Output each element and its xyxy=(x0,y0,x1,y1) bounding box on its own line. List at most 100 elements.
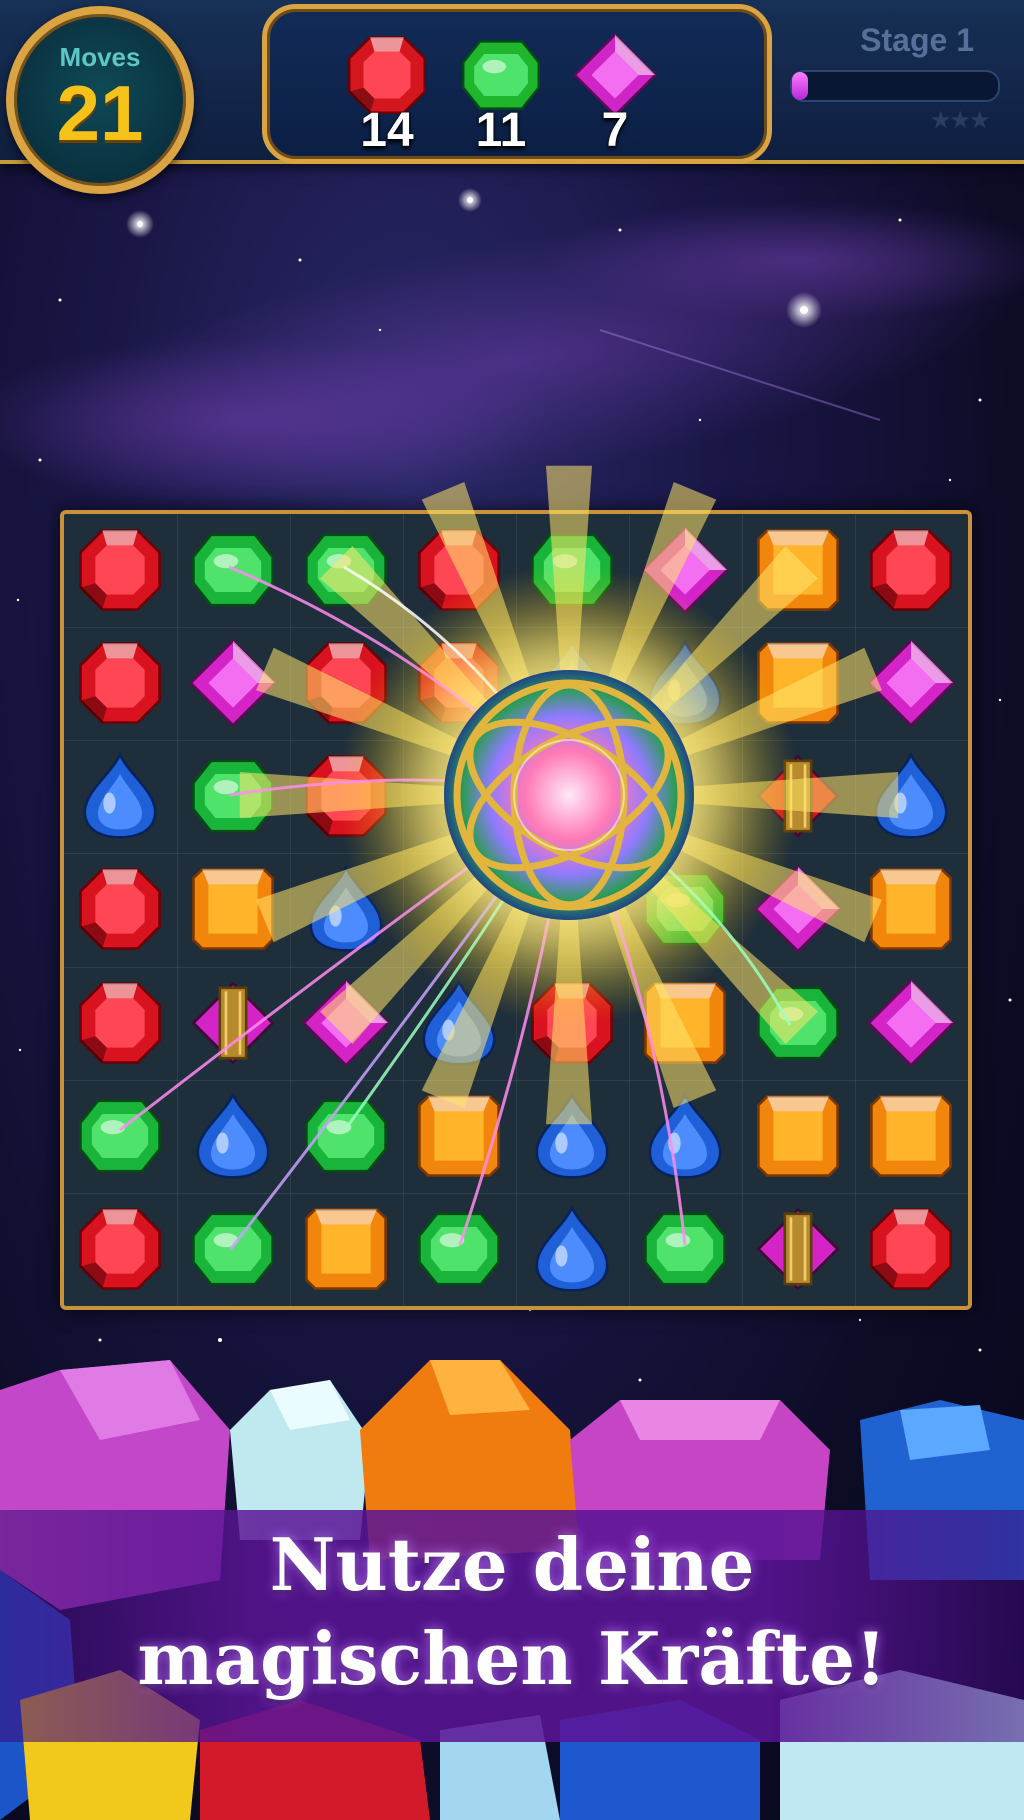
goal-red-gem: 14 xyxy=(337,33,437,157)
gem-orange[interactable] xyxy=(855,853,968,966)
red-gem-icon xyxy=(79,868,161,951)
red-gem-icon xyxy=(870,529,952,611)
gem-blue[interactable] xyxy=(177,1080,290,1193)
gem-red[interactable] xyxy=(64,514,177,627)
orange-gem-icon xyxy=(192,868,274,951)
red-gem-icon xyxy=(531,981,613,1064)
banner-line-2: magischen Kräfte! xyxy=(137,1616,887,1701)
purple-bomb-gem-icon xyxy=(756,1207,840,1291)
red-gem-icon xyxy=(870,1207,952,1290)
star-rating: ★★★ xyxy=(930,106,991,134)
promo-banner-text: Nutze deine magischen Kräfte! xyxy=(0,1518,1024,1706)
gem-red[interactable] xyxy=(855,1193,968,1306)
gem-green[interactable] xyxy=(290,514,403,627)
green-gem-icon xyxy=(305,533,387,607)
orange-gem-icon xyxy=(418,1094,500,1177)
gem-orange[interactable] xyxy=(742,627,855,740)
purple-gem-icon xyxy=(302,978,390,1067)
gem-red[interactable] xyxy=(64,967,177,1080)
red-gem-icon xyxy=(79,1207,161,1290)
gem-green[interactable] xyxy=(177,514,290,627)
gem-orange[interactable] xyxy=(742,514,855,627)
gem-red[interactable] xyxy=(290,627,403,740)
gem-blue[interactable] xyxy=(290,853,403,966)
gem-green[interactable] xyxy=(177,1193,290,1306)
moves-counter: Moves 21 xyxy=(6,6,194,194)
gem-purple-bomb[interactable] xyxy=(742,1193,855,1306)
green-gem-icon xyxy=(79,1099,161,1173)
gem-red[interactable] xyxy=(403,514,516,627)
gem-red[interactable] xyxy=(64,853,177,966)
blue-gem-icon xyxy=(535,1091,609,1179)
green-gem-icon xyxy=(531,533,613,607)
gem-blue[interactable] xyxy=(629,1080,742,1193)
purple-gem-icon xyxy=(867,978,955,1067)
goal-count: 11 xyxy=(475,104,527,157)
gem-purple[interactable] xyxy=(855,627,968,740)
goal-count: 7 xyxy=(601,104,629,157)
blue-gem-icon xyxy=(535,1204,609,1292)
gem-blue[interactable] xyxy=(64,740,177,853)
green-gem-icon xyxy=(192,1212,274,1286)
gem-purple[interactable] xyxy=(290,967,403,1080)
green-gem-icon xyxy=(305,1099,387,1173)
gem-blue[interactable] xyxy=(403,967,516,1080)
goal-count: 14 xyxy=(360,104,414,157)
purple-gem-icon xyxy=(189,639,277,728)
gem-purple[interactable] xyxy=(855,967,968,1080)
red-gem-icon xyxy=(418,529,500,611)
green-gem-icon xyxy=(192,759,274,833)
green-gem-icon xyxy=(644,1212,726,1286)
gem-red-bomb[interactable] xyxy=(742,740,855,853)
gem-purple[interactable] xyxy=(177,627,290,740)
stage-label: Stage 1 xyxy=(860,22,974,58)
gem-purple[interactable] xyxy=(742,853,855,966)
orange-gem-icon xyxy=(757,642,839,725)
gem-red[interactable] xyxy=(855,514,968,627)
purple-gem-icon xyxy=(754,865,842,954)
gem-red[interactable] xyxy=(64,627,177,740)
gem-red[interactable] xyxy=(516,967,629,1080)
banner-line-1: Nutze deine xyxy=(269,1522,755,1607)
gem-green[interactable] xyxy=(64,1080,177,1193)
gem-green[interactable] xyxy=(516,514,629,627)
purple-gem-icon xyxy=(867,639,955,728)
gem-green[interactable] xyxy=(290,1080,403,1193)
gem-orange[interactable] xyxy=(290,1193,403,1306)
red-gem-icon xyxy=(79,642,161,725)
red-gem-icon xyxy=(305,755,387,838)
gem-orange[interactable] xyxy=(742,1080,855,1193)
gem-purple-bomb[interactable] xyxy=(177,967,290,1080)
gem-green[interactable] xyxy=(177,740,290,853)
score-progress-fill xyxy=(792,72,809,100)
green-gem-icon xyxy=(192,533,274,607)
gem-green[interactable] xyxy=(629,1193,742,1306)
orange-gem-icon xyxy=(870,1094,952,1177)
gem-blue[interactable] xyxy=(516,1080,629,1193)
gem-blue[interactable] xyxy=(855,740,968,853)
gem-purple[interactable] xyxy=(629,514,742,627)
orange-gem-icon xyxy=(757,529,839,611)
gem-blue[interactable] xyxy=(516,1193,629,1306)
gem-red[interactable] xyxy=(64,1193,177,1306)
purple-gem-icon xyxy=(641,526,729,614)
goal-green-gem: 11 xyxy=(451,33,551,157)
blue-gem-icon xyxy=(309,865,383,953)
gem-orange[interactable] xyxy=(855,1080,968,1193)
purple-bomb-gem-icon xyxy=(191,981,275,1065)
goal-purple-gem: 7 xyxy=(565,33,665,157)
red-bomb-gem-icon xyxy=(756,754,840,838)
green-gem-icon xyxy=(757,986,839,1060)
gem-orange[interactable] xyxy=(629,967,742,1080)
blue-gem-icon xyxy=(648,1091,722,1179)
red-gem-icon xyxy=(79,981,161,1064)
gem-orange[interactable] xyxy=(177,853,290,966)
moves-value: 21 xyxy=(56,69,144,157)
green-gem-icon xyxy=(418,1212,500,1286)
gem-orange[interactable] xyxy=(403,1080,516,1193)
gem-red[interactable] xyxy=(290,740,403,853)
gem-green[interactable] xyxy=(742,967,855,1080)
orange-gem-icon xyxy=(305,1207,387,1290)
red-gem-icon xyxy=(305,642,387,725)
gem-green[interactable] xyxy=(403,1193,516,1306)
